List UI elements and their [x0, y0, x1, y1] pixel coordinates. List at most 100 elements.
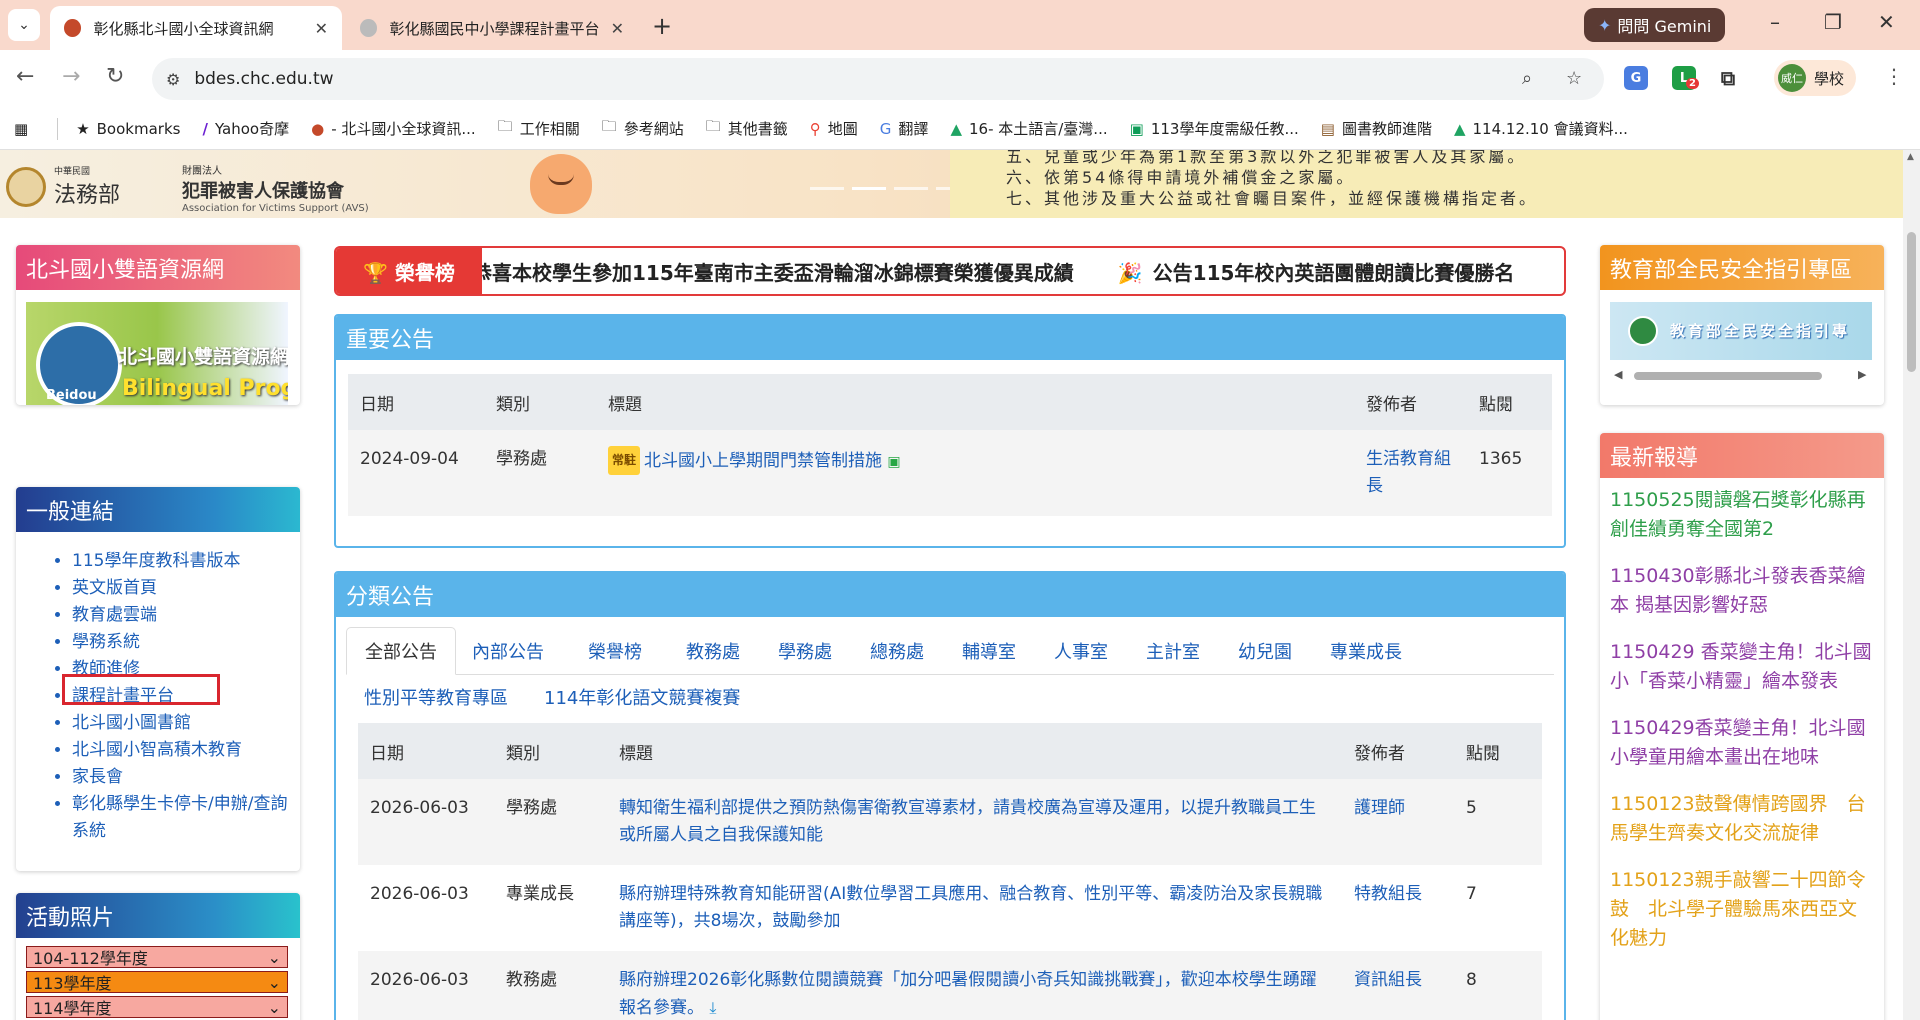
link-item[interactable]: 學務系統 — [72, 629, 300, 656]
marquee-track: 恭喜本校學生參加115年臺南市主委盃滑輪溜冰錦標賽榮獲優異成績 🎉 公告115年校… — [472, 248, 1558, 294]
link-item[interactable]: 教育處雲端 — [72, 602, 300, 629]
line-extension-icon[interactable]: 2L — [1672, 66, 1699, 90]
forward-button[interactable]: → — [62, 64, 80, 89]
translate-extension-icon[interactable]: G — [1624, 66, 1648, 90]
menu-kebab-icon[interactable]: ⋮ — [1884, 64, 1904, 88]
bookmark-item[interactable]: ▲ 16- 本土語言/臺灣... — [950, 118, 1107, 139]
back-button[interactable]: ← — [16, 64, 34, 89]
site-info-icon[interactable]: ⚙ — [166, 70, 180, 89]
bookmark-star-icon[interactable]: ☆ — [1566, 68, 1582, 89]
tab-student-affairs[interactable]: 學務處 — [760, 627, 850, 675]
tab-internal[interactable]: 內部公告 — [454, 627, 562, 675]
year-select[interactable]: 104-112學年度 ⌄ — [26, 946, 288, 968]
pager-dot[interactable] — [810, 187, 844, 190]
horizontal-scrollbar[interactable]: ◀ ▶ — [1600, 360, 1884, 390]
link-item[interactable]: 北斗國小圖書館 — [72, 710, 300, 737]
bookmark-item[interactable]: G 翻譯 — [880, 118, 929, 139]
announcement-link[interactable]: 縣府辦理特殊教育知能研習(AI數位學習工具應用、融合教育、性別平等、霸凌防治及家… — [619, 884, 1322, 931]
tab-counseling[interactable]: 輔導室 — [944, 627, 1034, 675]
bookmark-item[interactable]: ● - 北斗國小全球資訊... — [311, 118, 476, 139]
apps-grid-icon[interactable]: ▦ — [14, 120, 35, 138]
banner-pager[interactable] — [810, 187, 970, 190]
link-item[interactable]: 英文版首頁 — [72, 575, 300, 602]
avs-logo: 財團法人 犯罪被害人保護協會 Association for Victims S… — [182, 166, 369, 214]
reload-button[interactable]: ↻ — [106, 64, 124, 89]
extensions-puzzle-icon[interactable]: ⧉ — [1716, 66, 1740, 90]
tab-all[interactable]: 全部公告 — [346, 627, 456, 675]
news-link[interactable]: 1150123鼓聲傳情跨國界 台馬學生齊奏文化交流旋律 — [1610, 790, 1874, 848]
bookmark-item[interactable]: / Yahoo奇摩 — [202, 118, 289, 139]
news-link[interactable]: 1150429 香菜變主角！北斗國小「香菜小精靈」繪本發表 — [1610, 638, 1874, 696]
close-window-button[interactable]: ✕ — [1878, 10, 1895, 34]
pager-dot[interactable] — [894, 187, 928, 190]
bookmark-folder[interactable]: 🗀 其他書籤 — [706, 116, 788, 141]
close-icon[interactable]: ✕ — [315, 19, 328, 38]
minimize-button[interactable]: – — [1770, 10, 1780, 34]
bilingual-banner-image[interactable]: 北斗國小雙語資源網 Bilingual Progra Beidou — [26, 302, 288, 405]
marquee-item[interactable]: 🎉 公告115年校內英語團體朗讀比賽優勝名 — [1118, 257, 1515, 286]
link-item[interactable]: 北斗國小智高積木教育 — [72, 737, 300, 764]
tab-kindergarten[interactable]: 幼兒園 — [1220, 627, 1310, 675]
news-link[interactable]: 1150525閱讀磐石獎彰化縣再創佳績勇奪全國第2 — [1610, 486, 1874, 544]
profile-button[interactable]: 威仁 學校 — [1774, 60, 1857, 96]
tab-honor[interactable]: 榮譽榜 — [570, 627, 660, 675]
tab-personnel[interactable]: 人事室 — [1036, 627, 1126, 675]
table-header-row: 日期 類別 標題 發佈者 點閱 — [358, 723, 1542, 779]
card-title: 教育部全民安全指引專區 — [1600, 245, 1884, 290]
zoom-icon[interactable]: ⌕ — [1522, 68, 1532, 89]
address-bar[interactable]: ⚙ bdes.chc.edu.tw ⌕ ☆ — [152, 58, 1604, 100]
download-icon[interactable]: ⤓ — [709, 998, 716, 1017]
news-link[interactable]: 1150430彰縣北斗發表香菜繪本 揭基因影響好惡 — [1610, 562, 1874, 620]
publisher-link[interactable]: 特教組長 — [1354, 884, 1422, 904]
scroll-right-icon[interactable]: ▶ — [1858, 368, 1866, 381]
bookmark-folder[interactable]: 🗀 參考網站 — [602, 116, 684, 141]
announcement-link[interactable]: 北斗國小上學期間門禁管制措施 — [644, 451, 882, 471]
bookmark-item[interactable]: ⚲ 地圖 — [810, 118, 858, 139]
bookmark-item[interactable]: ▲ 114.12.10 會議資料... — [1454, 118, 1628, 139]
marquee-item[interactable]: 恭喜本校學生參加115年臺南市主委盃滑輪溜冰錦標賽榮獲優異成績 — [472, 257, 1074, 286]
tab-language-contest[interactable]: 114年彰化語文競賽複賽 — [526, 675, 758, 719]
star-icon: ★ — [76, 119, 90, 138]
link-item[interactable]: 115學年度教科書版本 — [72, 548, 300, 575]
bookmark-item[interactable]: ▣ 113學年度需級任教... — [1130, 118, 1299, 139]
tab-search-button[interactable]: ⌄ — [8, 9, 40, 41]
tab-accounting[interactable]: 主計室 — [1128, 627, 1218, 675]
announcement-link[interactable]: 轉知衛生福利部提供之預防熱傷害衛教宣導素材，請貴校廣為宣導及運用，以提升教職員工… — [619, 798, 1316, 845]
page-scrollbar[interactable]: ▲ — [1903, 150, 1920, 1020]
publisher-link[interactable]: 生活教育組長 — [1366, 449, 1451, 496]
news-link[interactable]: 1150429香菜變主角！北斗國小學童用繪本畫出在地味 — [1610, 714, 1874, 772]
tab-general-affairs[interactable]: 總務處 — [852, 627, 942, 675]
link-item[interactable]: 家長會 — [72, 764, 300, 791]
tab-academic[interactable]: 教務處 — [668, 627, 758, 675]
scroll-up-icon[interactable]: ▲ — [1907, 152, 1914, 162]
scroll-thumb[interactable] — [1634, 372, 1822, 380]
publisher-link[interactable]: 護理師 — [1354, 798, 1405, 818]
maximize-button[interactable]: ❐ — [1824, 10, 1842, 34]
url-text[interactable]: bdes.chc.edu.tw — [194, 69, 333, 89]
tab-gender-equality[interactable]: 性別平等教育專區 — [346, 675, 526, 719]
safety-banner-image[interactable]: 教育部全民安全指引專 — [1610, 302, 1872, 360]
news-link[interactable]: 1150123親手敲響二十四節令鼓 北斗學子體驗馬來西亞文化魅力 — [1610, 866, 1874, 953]
pinned-badge: 常駐 — [608, 446, 641, 475]
column-header: 標題 — [596, 374, 1354, 430]
bookmark-folder[interactable]: 🗀 工作相關 — [498, 116, 580, 141]
close-icon[interactable]: ✕ — [611, 19, 624, 38]
scroll-left-icon[interactable]: ◀ — [1614, 368, 1622, 381]
link-item[interactable]: 彰化縣學生卡停卡/申辦/查詢系統 — [72, 791, 300, 845]
year-select[interactable]: 113學年度 ⌄ — [26, 971, 288, 993]
top-banner[interactable]: 中華民國 法務部 財團法人 犯罪被害人保護協會 Association for … — [0, 150, 1903, 218]
column-header: 點閱 — [1467, 374, 1552, 430]
drive-icon: ▲ — [950, 119, 962, 138]
year-select[interactable]: 114學年度 ⌄ — [26, 996, 288, 1018]
announcement-link[interactable]: 縣府辦理2026彰化縣數位閱讀競賽「加分吧暑假閱讀小奇兵知識挑戰賽」，歡迎本校學… — [619, 970, 1317, 1018]
bookmark-item[interactable]: ★ Bookmarks — [76, 120, 180, 138]
scroll-thumb[interactable] — [1907, 232, 1916, 372]
new-tab-button[interactable]: + — [652, 12, 672, 40]
tab-curriculum[interactable]: 彰化縣國民中小學課程計畫平台 ✕ — [346, 6, 638, 50]
pager-dot[interactable] — [852, 187, 886, 190]
tab-professional-growth[interactable]: 專業成長 — [1312, 627, 1420, 675]
gemini-button[interactable]: ✦ 問問 Gemini — [1584, 8, 1726, 42]
publisher-link[interactable]: 資訊組長 — [1354, 970, 1422, 990]
tab-bdes[interactable]: 彰化縣北斗國小全球資訊網 ✕ — [50, 6, 342, 50]
bookmark-item[interactable]: ▤ 圖書教師進階 — [1321, 118, 1432, 139]
